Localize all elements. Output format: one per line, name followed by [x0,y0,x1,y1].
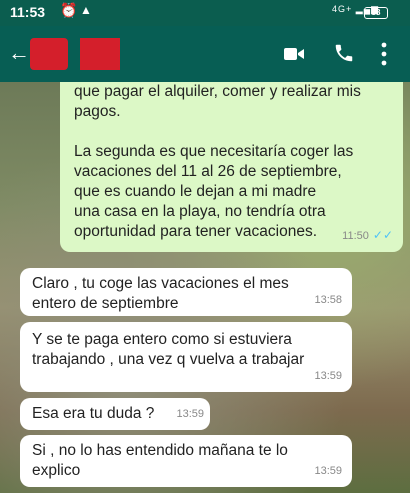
status-bar: 11:53 ⏰ ▲ 4G+ ▂▄▆ 88 [0,0,410,26]
message-time: 13:59 [314,465,342,477]
message-text: que pagar el alquiler, comer y realizar … [74,83,361,240]
battery-indicator: 88 [364,7,388,19]
chat-area[interactable]: que pagar el alquiler, comer y realizar … [0,82,410,493]
message-time: 11:50 [342,230,369,242]
message-text: Si , no lo has entendido mañana te lo ex… [32,442,288,479]
message-time: 13:58 [314,294,342,306]
message-bubble-incoming[interactable]: Si , no lo has entendido mañana te lo ex… [20,435,352,487]
message-bubble-outgoing[interactable]: que pagar el alquiler, comer y realizar … [60,82,403,252]
read-receipt-icon: ✓✓ [372,228,393,242]
alarm-icon: ⏰ [60,2,78,18]
message-bubble-incoming[interactable]: Y se te paga entero como si estuviera tr… [20,322,352,392]
message-bubble-incoming[interactable]: Claro , tu coge las vacaciones el mes en… [20,268,352,316]
message-text: Esa era tu duda ? [32,405,155,422]
avatar[interactable] [30,38,68,70]
message-text: Claro , tu coge las vacaciones el mes en… [32,275,289,312]
more-options-icon[interactable] [380,41,388,67]
message-text: Y se te paga entero como si estuviera tr… [32,331,305,368]
phone-call-icon[interactable] [333,42,355,64]
network-type: 4G+ [332,4,353,14]
status-time: 11:53 [10,4,46,20]
message-time: 13:59 [314,370,342,382]
back-arrow-icon[interactable]: ← [8,40,30,66]
message-time: 13:59 [176,408,204,420]
message-meta: 11:50 ✓✓ [342,225,393,246]
message-bubble-incoming[interactable]: Esa era tu duda ? 13:59 [20,398,210,430]
contact-name-redacted[interactable] [80,38,120,70]
video-call-icon[interactable] [283,45,305,63]
chat-header: ← [0,26,410,82]
warning-icon: ▲ [80,3,92,17]
